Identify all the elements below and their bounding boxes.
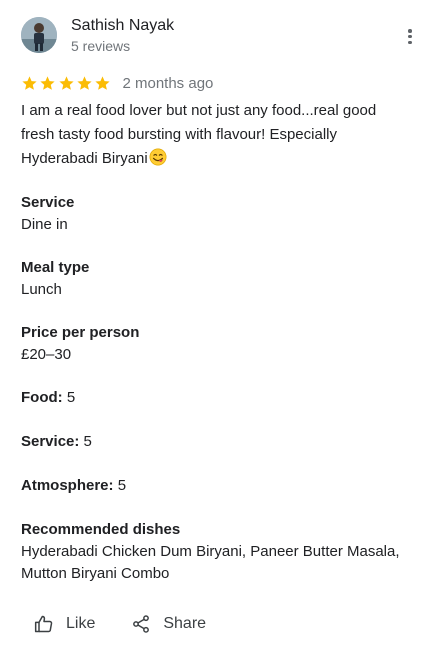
reviewer-name[interactable]: Sathish Nayak — [71, 17, 174, 35]
star-rating — [21, 75, 112, 92]
recommended-dishes-label: Recommended dishes — [21, 521, 181, 538]
review-header: Sathish Nayak 5 reviews — [21, 17, 424, 57]
star-icon — [22, 75, 37, 90]
star-icon — [59, 75, 74, 90]
price-label: Price per person — [21, 324, 140, 341]
like-button[interactable]: Like — [34, 614, 95, 634]
thumbs-up-icon — [34, 615, 53, 633]
atmosphere-rating-value: 5 — [117, 477, 127, 494]
star-icon — [77, 75, 92, 90]
share-label: Share — [163, 615, 207, 632]
avatar[interactable] — [21, 17, 57, 53]
share-button[interactable]: Share — [131, 614, 206, 634]
meal-type-label: Meal type — [21, 259, 90, 276]
like-label: Like — [66, 615, 96, 632]
share-icon — [133, 615, 150, 633]
service-section: Service Dine in — [21, 192, 416, 236]
service-rating: Service: 5 — [21, 431, 416, 453]
reviewer-review-count: 5 reviews — [71, 38, 131, 54]
face-savoring-food-icon — [149, 148, 167, 166]
rating-row: 2 months ago — [21, 73, 213, 93]
star-icon — [40, 75, 55, 90]
review-body: I am a real food lover but not just any … — [21, 102, 377, 167]
service-rating-label: Service: — [21, 433, 80, 450]
recommended-dishes-value: Hyderabadi Chicken Dum Biryani, Paneer B… — [21, 543, 400, 582]
atmosphere-rating-label: Atmosphere: — [21, 477, 114, 494]
service-value: Dine in — [21, 216, 68, 233]
price-section: Price per person £20–30 — [21, 322, 416, 366]
atmosphere-rating: Atmosphere: 5 — [21, 475, 416, 497]
meal-type-value: Lunch — [21, 281, 62, 298]
review-time: 2 months ago — [122, 74, 214, 92]
star-icon — [95, 75, 110, 90]
meal-type-section: Meal type Lunch — [21, 257, 416, 301]
review-actions: Like Share — [34, 614, 206, 634]
service-rating-value: 5 — [83, 433, 92, 450]
service-label: Service — [21, 194, 75, 211]
recommended-dishes-section: Recommended dishes Hyderabadi Chicken Du… — [21, 519, 416, 585]
food-rating-label: Food: — [21, 389, 63, 406]
review-text: I am a real food lover but not just any … — [21, 99, 406, 171]
price-value: £20–30 — [21, 346, 72, 363]
more-options-icon[interactable] — [408, 29, 412, 45]
food-rating: Food: 5 — [21, 387, 416, 409]
food-rating-value: 5 — [66, 389, 76, 406]
